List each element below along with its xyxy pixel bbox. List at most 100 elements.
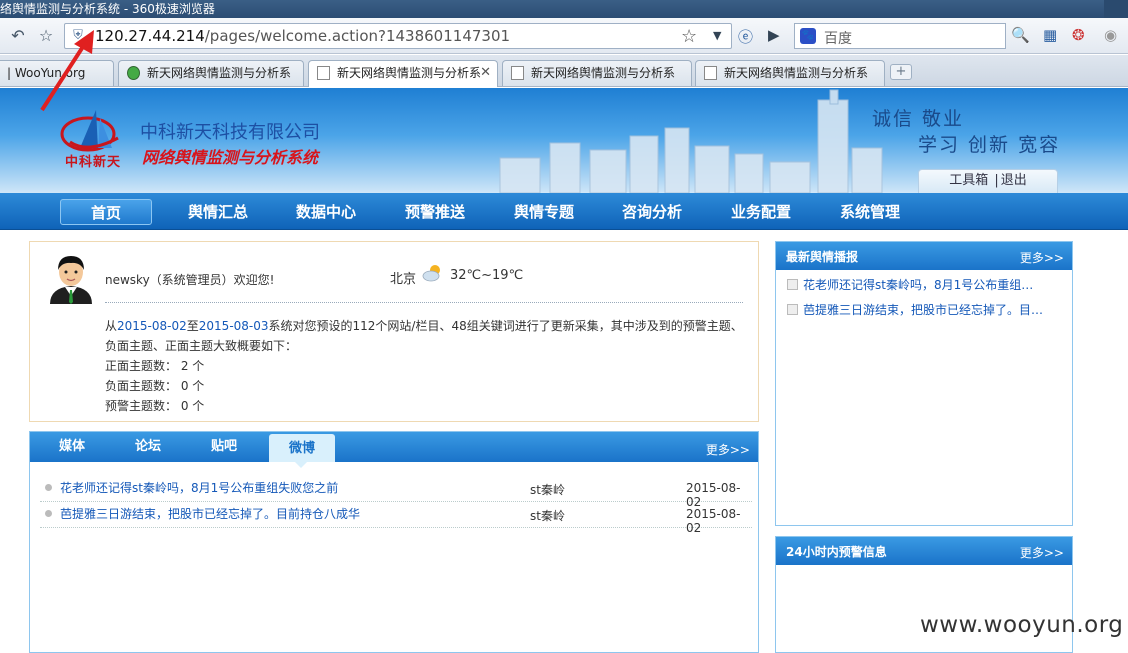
tab-label: 新天网络舆情监测与分析系 bbox=[337, 66, 482, 80]
tab-page-1[interactable]: 新天网络舆情监测与分析系 bbox=[118, 60, 304, 86]
motto-line-2: 学习 创新 宽容 bbox=[918, 134, 1061, 156]
summary-block: 从2015-08-02至2015-08-03系统对您预设的112个网站/栏目、4… bbox=[105, 316, 745, 416]
dropdown-arrow-icon[interactable]: ▼ bbox=[713, 29, 721, 42]
nav-topics[interactable]: 舆情专题 bbox=[498, 199, 590, 225]
ie-mode-icon[interactable]: ⓔ bbox=[738, 26, 753, 47]
user-avatar-icon bbox=[50, 256, 92, 304]
logout-link[interactable]: 退出 bbox=[1001, 173, 1027, 188]
nav-summary[interactable]: 舆情汇总 bbox=[172, 199, 264, 225]
news-panel: 媒体 论坛 贴吧 微博 更多>> 花老师还记得st秦岭吗，8月1号公布重组失败您… bbox=[29, 431, 759, 653]
date-from-link[interactable]: 2015-08-02 bbox=[117, 319, 187, 333]
nav-home[interactable]: 首页 bbox=[60, 199, 152, 225]
news-title[interactable]: 花老师还记得st秦岭吗，8月1号公布重组失败您之前 bbox=[60, 479, 338, 496]
tab-page-active[interactable]: 新天网络舆情监测与分析系 ✕ bbox=[308, 60, 498, 87]
summary-to: 至 bbox=[186, 319, 199, 333]
warning-label: 预警主题数： bbox=[105, 399, 178, 413]
page-icon bbox=[317, 66, 330, 80]
greeting-text: newsky（系统管理员）欢迎您! bbox=[105, 273, 275, 287]
nav-consult-analysis[interactable]: 咨询分析 bbox=[606, 199, 698, 225]
news-row[interactable]: 芭提雅三日游结束，把股市已经忘掉了。目前持仓八成华 st秦岭 2015-08-0… bbox=[40, 502, 752, 535]
latest-briefs-panel: 最新舆情播报 更多>> 花老师还记得st秦岭吗，8月1号公布重组… 芭提雅三日游… bbox=[775, 241, 1073, 526]
alerts-title: 24小时内预警信息 bbox=[786, 545, 887, 559]
brief-item[interactable]: 花老师还记得st秦岭吗，8月1号公布重组… bbox=[786, 274, 1066, 296]
close-icon[interactable]: ✕ bbox=[480, 61, 491, 85]
document-icon bbox=[787, 304, 798, 315]
nav-data-center[interactable]: 数据中心 bbox=[280, 199, 372, 225]
utility-links: 工具箱 | 退出 bbox=[918, 169, 1058, 193]
menu-icon[interactable]: ◉ bbox=[1104, 26, 1117, 44]
motto-line-1: 诚信 敬业 bbox=[872, 108, 965, 130]
go-icon[interactable]: ▶ bbox=[768, 26, 780, 44]
nav-business-config[interactable]: 业务配置 bbox=[715, 199, 807, 225]
partly-cloudy-icon bbox=[422, 265, 440, 282]
latest-briefs-header: 最新舆情播报 更多>> bbox=[776, 242, 1072, 270]
news-source: st秦岭 bbox=[530, 483, 565, 497]
extensions-icon[interactable]: ▦ bbox=[1043, 26, 1057, 44]
tab-bar: | WooYun.org 新天网络舆情监测与分析系 新天网络舆情监测与分析系 ✕ … bbox=[0, 55, 1128, 87]
tab-label: 新天网络舆情监测与分析系 bbox=[724, 66, 869, 80]
toolbox-link[interactable]: 工具箱 bbox=[949, 173, 988, 188]
logo-text: 中科新天 bbox=[65, 155, 122, 170]
new-tab-button[interactable]: + bbox=[890, 64, 912, 80]
nav-system-admin[interactable]: 系统管理 bbox=[824, 199, 916, 225]
baidu-icon: 🐾 bbox=[800, 28, 816, 44]
news-row[interactable]: 花老师还记得st秦岭吗，8月1号公布重组失败您之前 st秦岭 2015-08-0… bbox=[40, 476, 752, 509]
latest-briefs-more-link[interactable]: 更多>> bbox=[1020, 249, 1064, 266]
page-icon bbox=[127, 66, 140, 80]
news-tab-weibo[interactable]: 微博 bbox=[269, 434, 335, 468]
news-tab-forum[interactable]: 论坛 bbox=[120, 432, 176, 462]
news-date: 2015-08-02 bbox=[686, 507, 741, 535]
notification-icon[interactable]: ❂ bbox=[1072, 26, 1085, 44]
window-title-bar: 络舆情监测与分析系统 - 360极速浏览器 bbox=[0, 0, 1128, 18]
search-icon[interactable]: 🔍 bbox=[1011, 26, 1030, 44]
positive-count: 正面主题数： 2 个 bbox=[105, 356, 745, 376]
news-tab-media[interactable]: 媒体 bbox=[44, 432, 100, 462]
back-icon[interactable]: ↶ bbox=[8, 26, 28, 46]
tab-page-3[interactable]: 新天网络舆情监测与分析系 bbox=[502, 60, 692, 86]
url-text[interactable]: 120.27.44.214/pages/welcome.action?14386… bbox=[95, 27, 510, 45]
nav-alert-push[interactable]: 预警推送 bbox=[389, 199, 481, 225]
url-host: 120.27.44.214 bbox=[95, 27, 205, 45]
url-path: /pages/welcome.action?1438601147301 bbox=[204, 27, 511, 45]
city-skyline-image bbox=[499, 89, 883, 193]
alerts-more-link[interactable]: 更多>> bbox=[1020, 544, 1064, 561]
date-to-link[interactable]: 2015-08-03 bbox=[199, 319, 269, 333]
positive-value: 2 个 bbox=[180, 359, 205, 373]
brief-text[interactable]: 芭提雅三日游结束，把股市已经忘掉了。目… bbox=[803, 301, 1065, 318]
brief-text[interactable]: 花老师还记得st秦岭吗，8月1号公布重组… bbox=[803, 276, 1065, 293]
news-title[interactable]: 芭提雅三日游结束，把股市已经忘掉了。目前持仓八成华 bbox=[60, 505, 360, 522]
browser-toolbar: ↶ ☆ ⛨ 120.27.44.214/pages/welcome.action… bbox=[0, 18, 1128, 54]
search-placeholder: 百度 bbox=[824, 31, 852, 47]
news-source: st秦岭 bbox=[530, 509, 565, 523]
window-control[interactable] bbox=[1104, 0, 1128, 18]
welcome-panel: newsky（系统管理员）欢迎您! 北京 32℃~19℃ 从2015-08-02… bbox=[29, 241, 759, 422]
news-more-link[interactable]: 更多>> bbox=[706, 441, 750, 458]
page-icon bbox=[511, 66, 524, 80]
search-box[interactable]: 🐾 百度 bbox=[794, 23, 1006, 49]
company-name: 中科新天科技有限公司 bbox=[140, 122, 320, 143]
site-header: 中科新天 中科新天科技有限公司 网络舆情监测与分析系统 诚信 敬业 学习 创新 … bbox=[0, 88, 1128, 193]
separator: | bbox=[994, 173, 999, 188]
summary-paragraph: 从2015-08-02至2015-08-03系统对您预设的112个网站/栏目、4… bbox=[105, 316, 745, 356]
brief-item[interactable]: 芭提雅三日游结束，把股市已经忘掉了。目… bbox=[786, 299, 1066, 321]
tab-page-4[interactable]: 新天网络舆情监测与分析系 bbox=[695, 60, 885, 86]
weather-temperature: 32℃~19℃ bbox=[450, 268, 524, 283]
tab-label: 新天网络舆情监测与分析系 bbox=[531, 66, 676, 80]
warning-value: 0 个 bbox=[180, 399, 205, 413]
bookmark-star-icon[interactable]: ☆ bbox=[681, 26, 697, 47]
main-nav: 首页 舆情汇总 数据中心 预警推送 舆情专题 咨询分析 业务配置 系统管理 bbox=[0, 193, 1128, 230]
page-icon bbox=[704, 66, 717, 80]
address-bar[interactable]: ⛨ 120.27.44.214/pages/welcome.action?143… bbox=[64, 23, 732, 49]
latest-briefs-title: 最新舆情播报 bbox=[786, 250, 859, 264]
negative-value: 0 个 bbox=[180, 379, 205, 393]
system-name: 网络舆情监测与分析系统 bbox=[142, 148, 319, 167]
tab-label: 新天网络舆情监测与分析系 bbox=[147, 66, 292, 80]
warning-count: 预警主题数： 0 个 bbox=[105, 396, 745, 416]
news-tab-tieba[interactable]: 贴吧 bbox=[196, 432, 252, 462]
negative-label: 负面主题数： bbox=[105, 379, 178, 393]
watermark: www.wooyun.org bbox=[920, 612, 1124, 638]
bullet-icon bbox=[45, 484, 52, 491]
divider bbox=[105, 302, 743, 303]
negative-count: 负面主题数： 0 个 bbox=[105, 376, 745, 396]
bullet-icon bbox=[45, 510, 52, 517]
